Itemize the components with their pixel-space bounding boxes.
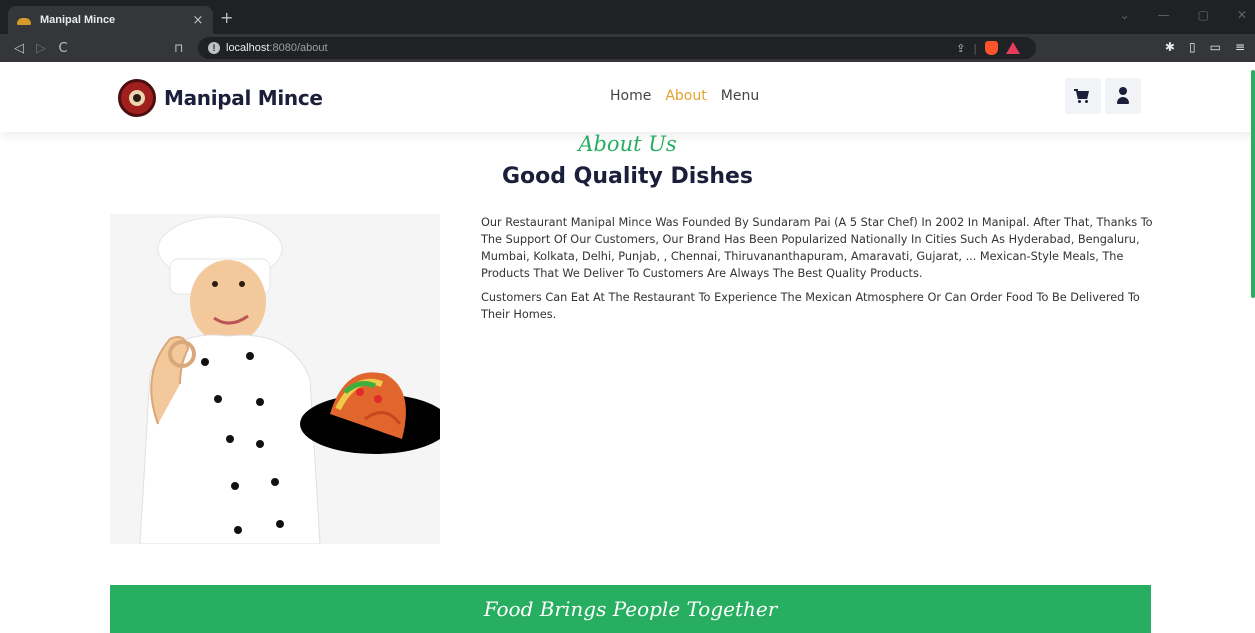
window-controls: ⌄ — ▢ ✕ [1120, 8, 1247, 22]
share-icon[interactable]: ⇪ [956, 42, 965, 55]
cart-icon [1074, 89, 1090, 103]
browser-tab[interactable]: Manipal Mince × [8, 6, 213, 34]
url-path: :8080/about [269, 42, 328, 54]
extension-icons: ✱ ▯ ▭ ≡ [1165, 40, 1245, 54]
sidebar-icon[interactable]: ▯ [1189, 40, 1196, 54]
close-window-icon[interactable]: ✕ [1237, 8, 1247, 22]
logo[interactable]: Manipal Mince [118, 79, 323, 117]
separator: | [973, 41, 977, 55]
bookmark-icon[interactable]: ⊓ [174, 41, 190, 55]
new-tab-icon[interactable]: + [220, 8, 234, 27]
nav-link-about[interactable]: About [665, 88, 706, 104]
user-icon [1117, 87, 1129, 105]
cart-button[interactable] [1065, 78, 1101, 114]
nav-link-home[interactable]: Home [610, 88, 651, 104]
menu-icon[interactable]: ≡ [1235, 40, 1245, 54]
address-bar[interactable]: ! localhost :8080/about ⇪ | [198, 37, 1036, 59]
about-paragraph: Our Restaurant Manipal Mince Was Founded… [481, 216, 1153, 280]
tab-favicon-icon [16, 15, 32, 25]
header-actions [1065, 78, 1141, 114]
reload-icon[interactable]: C [52, 41, 74, 56]
minimize-icon[interactable]: — [1158, 8, 1170, 22]
browser-toolbar: ◁ ▷ C ⊓ ! localhost :8080/about ⇪ | ✱ ▯ … [0, 34, 1255, 62]
back-icon[interactable]: ◁ [8, 41, 30, 56]
url-host: localhost [226, 42, 270, 54]
maximize-icon[interactable]: ▢ [1198, 8, 1209, 22]
section-eyebrow: About Us [578, 132, 677, 156]
brave-rewards-icon[interactable] [1006, 42, 1020, 54]
site-header: Manipal Mince Home About Menu [0, 62, 1255, 132]
main-nav: Home About Menu [610, 88, 759, 104]
user-button[interactable] [1105, 78, 1141, 114]
tagline-banner: Food Brings People Together [110, 585, 1151, 633]
tab-close-icon[interactable]: × [191, 13, 205, 28]
browser-tab-bar: Manipal Mince × + ⌄ — ▢ ✕ [0, 0, 1255, 34]
chef-illustration [110, 214, 440, 544]
wallet-icon[interactable]: ▭ [1210, 40, 1221, 54]
about-section: About Us Good Quality Dishes Our Restaur… [0, 132, 1255, 633]
brave-shield-icon[interactable] [985, 41, 998, 55]
banner-text: Food Brings People Together [483, 597, 778, 621]
section-heading: Good Quality Dishes [501, 164, 754, 189]
site-info-icon[interactable]: ! [208, 42, 220, 54]
about-description: Our Restaurant Manipal Mince Was Founded… [481, 214, 1157, 330]
nav-link-menu[interactable]: Menu [721, 88, 759, 104]
forward-icon[interactable]: ▷ [30, 41, 52, 56]
brand-name: Manipal Mince [164, 86, 323, 110]
chef-holding-taco-image [110, 214, 440, 544]
about-paragraph: Customers Can Eat At The Restaurant To E… [481, 291, 1140, 321]
tab-search-icon[interactable]: ⌄ [1120, 8, 1130, 22]
tab-title: Manipal Mince [40, 14, 116, 26]
extensions-puzzle-icon[interactable]: ✱ [1165, 40, 1175, 54]
logo-badge-icon [118, 79, 156, 117]
